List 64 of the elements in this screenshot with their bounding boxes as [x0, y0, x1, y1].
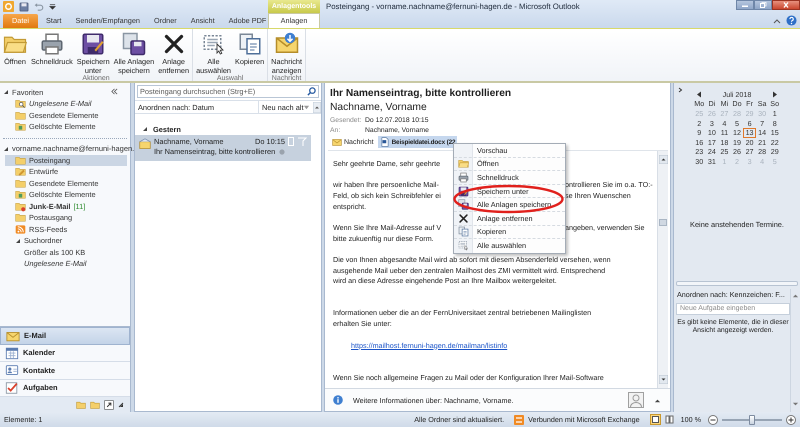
shortcut-icon[interactable]: [104, 400, 114, 410]
printer-icon: [40, 32, 64, 56]
message-subject: Ihr Namenseintrag, bitte kontrollieren: [330, 88, 512, 101]
selection-icon: [458, 240, 469, 252]
open-folder-icon: [458, 158, 469, 170]
close-button[interactable]: [772, 0, 800, 10]
junk-folder-icon: [15, 200, 26, 212]
envelope-icon: [332, 137, 342, 147]
floppy-disks-icon: [458, 199, 469, 210]
copy-icon: [238, 32, 262, 56]
next-month-icon[interactable]: [772, 90, 778, 98]
minimize-button[interactable]: [736, 0, 754, 10]
floppy-disks-icon: [122, 32, 146, 56]
close-icon: [782, 2, 790, 8]
calendar-icon: [5, 346, 19, 360]
scroll-down-icon[interactable]: [658, 375, 668, 384]
contact-card-icon: [5, 363, 19, 378]
expand-pane-icon[interactable]: [678, 87, 683, 93]
dropdown-arrow-icon[interactable]: [303, 104, 310, 110]
more-options-icon[interactable]: [118, 402, 124, 408]
minimize-pane-icon[interactable]: [111, 88, 118, 95]
reading-view-icon[interactable]: [664, 415, 674, 424]
restore-icon: [759, 2, 767, 8]
help-icon[interactable]: [786, 15, 797, 26]
folder-icon: [15, 154, 26, 166]
normal-view-icon[interactable]: [650, 414, 661, 425]
task-check-icon: [5, 380, 19, 395]
scroll-thumb[interactable]: [659, 219, 667, 226]
printer-icon: [458, 172, 469, 183]
previous-month-icon[interactable]: [696, 90, 702, 98]
avatar-icon: [628, 392, 644, 408]
zoom-in-icon[interactable]: [786, 414, 796, 424]
status-dot-icon: [279, 148, 285, 154]
restore-button[interactable]: [754, 0, 772, 10]
expanded-arrow-icon[interactable]: [3, 146, 9, 152]
expanded-arrow-icon[interactable]: [3, 89, 9, 95]
envelope-icon: [139, 138, 151, 150]
trash-folder-icon: [15, 121, 26, 132]
exchange-icon: [514, 414, 524, 424]
envelope-icon: [274, 32, 299, 56]
draft-folder-icon: [15, 166, 26, 178]
rss-folder-icon: [15, 224, 26, 235]
selection-icon: [202, 32, 226, 56]
scrollbar[interactable]: [657, 151, 668, 388]
folder-icon: [15, 212, 26, 224]
scroll-up-icon[interactable]: [658, 155, 668, 164]
collapse-ribbon-icon[interactable]: [773, 16, 781, 24]
expanded-arrow-icon[interactable]: [142, 126, 148, 132]
sender-name: Nachname, Vorname: [330, 102, 428, 115]
save-icon[interactable]: [19, 2, 29, 12]
search-icon[interactable]: [307, 87, 316, 96]
scroll-up-icon[interactable]: [313, 102, 321, 112]
slider-thumb[interactable]: [749, 414, 755, 424]
folder-icon: [15, 178, 26, 189]
zoom-out-icon[interactable]: [708, 414, 718, 424]
expanded-arrow-icon[interactable]: [15, 238, 21, 244]
folder-icon: [15, 110, 26, 121]
info-icon: [333, 395, 343, 405]
search-folder-icon: [15, 98, 26, 110]
cross-icon: [458, 212, 469, 224]
copy-icon: [458, 226, 469, 238]
trash-folder-icon: [15, 189, 26, 200]
customize-dropdown-icon[interactable]: [49, 3, 56, 10]
document-icon: [380, 137, 390, 147]
